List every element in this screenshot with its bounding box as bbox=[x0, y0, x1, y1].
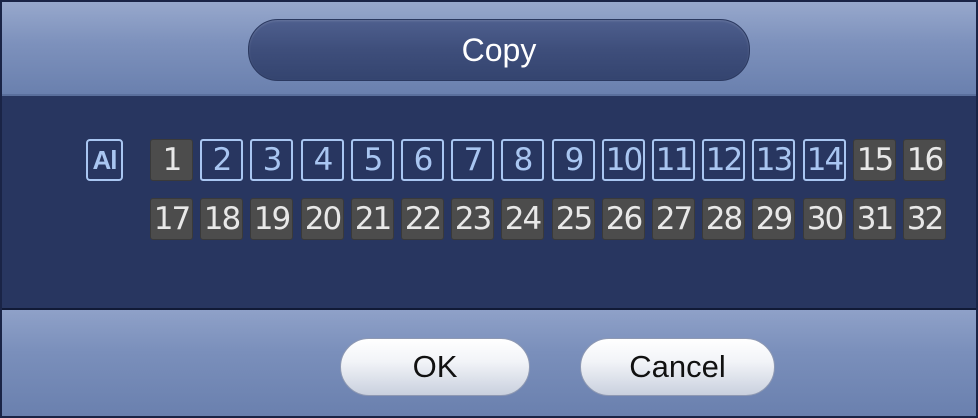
copy-dialog: Copy Al 1 2 3 4 5 6 7 8 9 10 11 12 13 14 15 16 17 18 19 20 2… bbox=[0, 0, 978, 418]
title-bar: Copy bbox=[2, 2, 976, 96]
channel-checkbox-31[interactable]: 31 bbox=[853, 198, 896, 240]
channel-checkbox-22[interactable]: 22 bbox=[401, 198, 444, 240]
cancel-button[interactable]: Cancel bbox=[580, 338, 775, 396]
channel-checkbox-12[interactable]: 12 bbox=[702, 139, 745, 181]
channel-checkbox-1[interactable]: 1 bbox=[150, 139, 193, 181]
ok-button[interactable]: OK bbox=[340, 338, 530, 396]
channel-checkbox-13[interactable]: 13 bbox=[752, 139, 795, 181]
channel-checkbox-6[interactable]: 6 bbox=[401, 139, 444, 181]
channel-checkbox-25[interactable]: 25 bbox=[552, 198, 595, 240]
channel-checkbox-18[interactable]: 18 bbox=[200, 198, 243, 240]
channel-checkbox-20[interactable]: 20 bbox=[301, 198, 344, 240]
channel-checkbox-19[interactable]: 19 bbox=[250, 198, 293, 240]
channel-checkbox-17[interactable]: 17 bbox=[150, 198, 193, 240]
channel-checkbox-5[interactable]: 5 bbox=[351, 139, 394, 181]
select-all-checkbox[interactable]: Al bbox=[86, 139, 123, 181]
channel-checkbox-29[interactable]: 29 bbox=[752, 198, 795, 240]
channel-checkbox-23[interactable]: 23 bbox=[451, 198, 494, 240]
channel-checkbox-10[interactable]: 10 bbox=[602, 139, 645, 181]
channel-checkbox-26[interactable]: 26 bbox=[602, 198, 645, 240]
channel-checkbox-9[interactable]: 9 bbox=[552, 139, 595, 181]
channel-checkbox-15[interactable]: 15 bbox=[853, 139, 896, 181]
dialog-title: Copy bbox=[248, 19, 750, 81]
channel-checkbox-27[interactable]: 27 bbox=[652, 198, 695, 240]
channel-checkbox-16[interactable]: 16 bbox=[903, 139, 946, 181]
channel-checkbox-30[interactable]: 30 bbox=[803, 198, 846, 240]
button-bar: OK Cancel bbox=[2, 310, 976, 416]
channel-checkbox-8[interactable]: 8 bbox=[501, 139, 544, 181]
channel-checkbox-32[interactable]: 32 bbox=[903, 198, 946, 240]
channel-checkbox-24[interactable]: 24 bbox=[501, 198, 544, 240]
channel-checkbox-7[interactable]: 7 bbox=[451, 139, 494, 181]
channel-checkbox-3[interactable]: 3 bbox=[250, 139, 293, 181]
channel-checkbox-11[interactable]: 11 bbox=[652, 139, 695, 181]
channel-checkbox-28[interactable]: 28 bbox=[702, 198, 745, 240]
channel-checkbox-4[interactable]: 4 bbox=[301, 139, 344, 181]
channel-checkbox-21[interactable]: 21 bbox=[351, 198, 394, 240]
channel-checkbox-14[interactable]: 14 bbox=[803, 139, 846, 181]
channel-checkbox-2[interactable]: 2 bbox=[200, 139, 243, 181]
